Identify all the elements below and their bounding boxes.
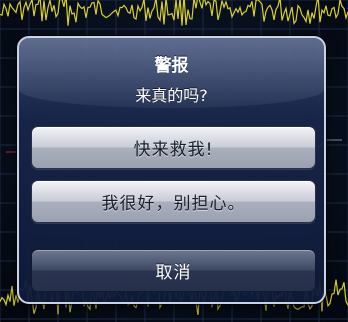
im-fine-button[interactable]: 我很好，别担心。 [31, 180, 316, 223]
alert-title: 警报 [154, 56, 189, 76]
alert-message: 来真的吗? [135, 86, 208, 105]
help-me-button[interactable]: 快来救我! [31, 126, 316, 169]
cancel-button[interactable]: 取消 [31, 249, 316, 292]
alert-dialog: 警报 来真的吗? 快来救我! 我很好，别担心。 取消 [17, 36, 326, 304]
